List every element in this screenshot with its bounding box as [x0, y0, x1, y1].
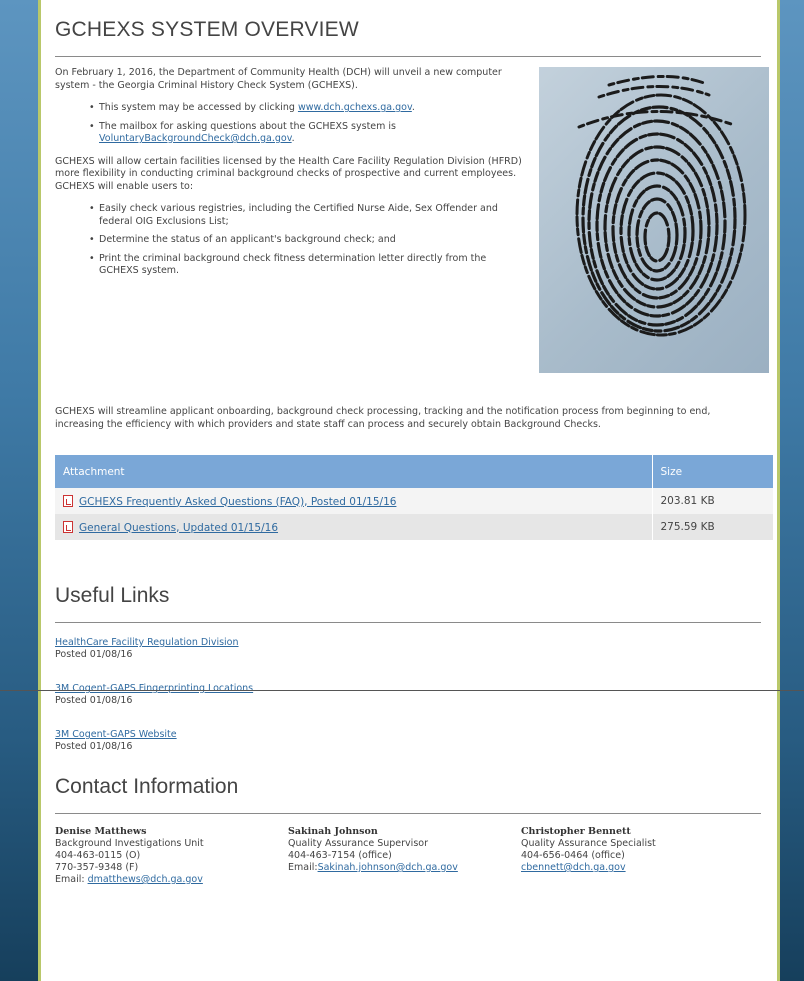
posted-date: Posted 01/08/16 [55, 649, 133, 660]
gchexs-site-link[interactable]: www.dch.gchexs.ga.gov [298, 102, 412, 113]
useful-links-title: Useful Links [55, 584, 170, 607]
mailbox-email-link[interactable]: VoluntaryBackgroundCheck@dch.ga.gov [99, 133, 292, 144]
fingerprint-illustration [575, 75, 747, 337]
fingerprint-image [539, 67, 769, 373]
overview-text: On February 1, 2016, the Department of C… [55, 67, 525, 278]
contact-card: Denise Matthews Background Investigation… [55, 826, 288, 886]
attachments-header-row: Attachment Size [55, 455, 773, 488]
contact-phone: 404-463-0115 (O) [55, 850, 141, 861]
size-column-header[interactable]: Size [651, 455, 773, 488]
attachment-cell: General Questions, Updated 01/15/16 [55, 514, 652, 540]
list-item: 3M Cogent-GAPS Fingerprinting Locations … [55, 683, 761, 707]
contact-phone: 404-656-0464 (office) [521, 850, 625, 861]
left-background-border [0, 0, 38, 981]
contact-name: Sakinah Johnson [288, 826, 378, 837]
hfrd-link[interactable]: HealthCare Facility Regulation Division [55, 637, 239, 648]
mailbox-bullet-end: . [291, 133, 295, 144]
contact-email-line: Email: dmatthews@dch.ga.gov [55, 874, 288, 886]
fingerprinting-locations-link[interactable]: 3M Cogent-GAPS Fingerprinting Locations [55, 683, 253, 694]
mailbox-bullet: The mailbox for asking questions about t… [89, 121, 525, 146]
contact-role: Background Investigations Unit [55, 838, 204, 849]
overview-divider [55, 56, 761, 57]
contact-email-line: Email:Sakinah.johnson@dch.ga.gov [288, 862, 521, 874]
contacts-row: Denise Matthews Background Investigation… [55, 826, 761, 886]
feature-item: Print the criminal background check fitn… [89, 253, 525, 278]
attachment-column-header[interactable]: Attachment [55, 455, 652, 488]
pdf-icon [63, 494, 73, 507]
right-background-border [780, 0, 804, 981]
contact-role: Quality Assurance Supervisor [288, 838, 428, 849]
table-row: GCHEXS Frequently Asked Questions (FAQ),… [55, 488, 773, 514]
horizontal-divider-line [0, 690, 804, 691]
contact-phone: 404-463-7154 (office) [288, 850, 392, 861]
contact-card: Christopher Bennett Quality Assurance Sp… [521, 826, 754, 886]
contact-email-link[interactable]: Sakinah.johnson@dch.ga.gov [318, 862, 458, 873]
list-item: HealthCare Facility Regulation Division … [55, 637, 761, 661]
access-bullet-end: . [411, 102, 415, 113]
file-size: 203.81 KB [651, 488, 773, 514]
contact-name: Denise Matthews [55, 826, 147, 837]
contact-divider [55, 813, 761, 814]
contact-fax: 770-357-9348 (F) [55, 862, 139, 873]
contact-email-link[interactable]: dmatthews@dch.ga.gov [88, 874, 203, 885]
contact-name: Christopher Bennett [521, 826, 631, 837]
access-bullet-text: This system may be accessed by clicking [99, 102, 298, 113]
file-size: 275.59 KB [651, 514, 773, 540]
contact-title: Contact Information [55, 775, 239, 798]
email-label: Email: [55, 874, 88, 885]
mailbox-bullet-text: The mailbox for asking questions about t… [99, 120, 397, 132]
features-list: Easily check various registries, includi… [89, 203, 525, 278]
faq-attachment-link[interactable]: GCHEXS Frequently Asked Questions (FAQ),… [79, 496, 396, 508]
email-label: Email: [288, 862, 318, 873]
access-bullet: This system may be accessed by clicking … [89, 102, 525, 115]
useful-links-list: HealthCare Facility Regulation Division … [55, 637, 761, 753]
overview-title: GCHEXS SYSTEM OVERVIEW [55, 18, 359, 41]
contact-role: Quality Assurance Specialist [521, 838, 656, 849]
contact-email-line: cbennett@dch.ga.gov [521, 862, 754, 874]
general-questions-attachment-link[interactable]: General Questions, Updated 01/15/16 [79, 522, 278, 534]
streamline-paragraph: GCHEXS will streamline applicant onboard… [55, 406, 711, 430]
content-page: GCHEXS SYSTEM OVERVIEW On February 1, 20… [38, 0, 780, 981]
allow-paragraph: GCHEXS will allow certain facilities lic… [55, 155, 522, 192]
overview-section: On February 1, 2016, the Department of C… [55, 67, 769, 383]
contact-card: Sakinah Johnson Quality Assurance Superv… [288, 826, 521, 886]
intro-paragraph: On February 1, 2016, the Department of C… [55, 67, 502, 91]
table-row: General Questions, Updated 01/15/16 275.… [55, 514, 773, 540]
feature-item: Easily check various registries, includi… [89, 203, 525, 228]
contact-email-link[interactable]: cbennett@dch.ga.gov [521, 862, 626, 873]
access-list: This system may be accessed by clicking … [89, 102, 525, 146]
feature-item: Determine the status of an applicant's b… [89, 234, 525, 247]
posted-date: Posted 01/08/16 [55, 741, 133, 752]
pdf-icon [63, 520, 73, 533]
list-item: 3M Cogent-GAPS Website Posted 01/08/16 [55, 729, 761, 753]
attachments-table: Attachment Size GCHEXS Frequently Asked … [55, 455, 773, 540]
attachment-cell: GCHEXS Frequently Asked Questions (FAQ),… [55, 488, 652, 514]
cogent-website-link[interactable]: 3M Cogent-GAPS Website [55, 729, 177, 740]
posted-date: Posted 01/08/16 [55, 695, 133, 706]
useful-links-divider [55, 622, 761, 623]
